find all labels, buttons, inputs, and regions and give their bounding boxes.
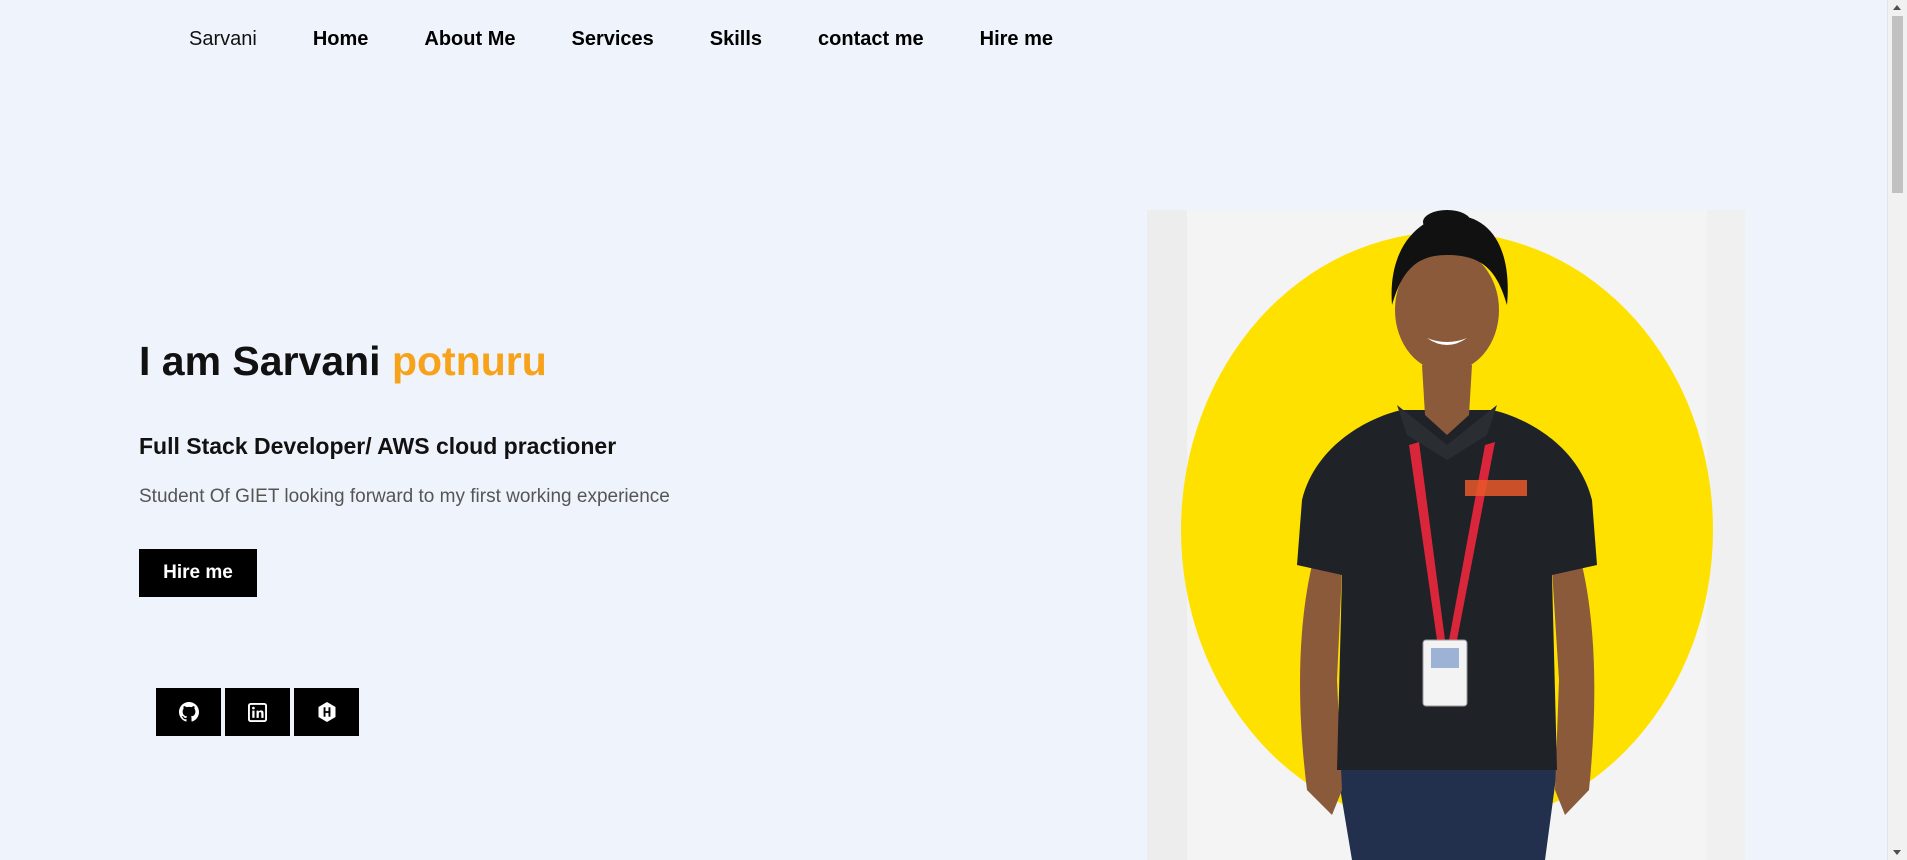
linkedin-icon [248,702,267,722]
scroll-down-arrow-icon[interactable] [1893,850,1901,855]
hero-title-name: I am Sarvani [139,338,392,384]
nav-link-hire-me[interactable]: Hire me [980,28,1053,51]
github-link[interactable] [156,688,221,736]
nav-link-services[interactable]: Services [571,28,653,51]
hire-me-button[interactable]: Hire me [139,549,257,597]
profile-photo [1147,210,1745,860]
profile-illustration [1147,210,1745,860]
nav-link-skills[interactable]: Skills [710,28,762,51]
nav-link-about-me[interactable]: About Me [424,28,515,51]
hero-title: I am Sarvani potnuru [139,338,547,385]
page-scrollbar[interactable] [1887,0,1907,860]
github-icon [178,702,199,722]
nav-link-contact-me[interactable]: contact me [818,28,924,51]
nav-link-home[interactable]: Home [313,28,369,51]
page: Sarvani Home About Me Services Skills co… [0,0,1907,860]
scroll-up-arrow-icon[interactable] [1893,5,1901,10]
hero-subtitle: Full Stack Developer/ AWS cloud praction… [139,433,617,459]
hero-description: Student Of GIET looking forward to my fi… [139,486,670,507]
top-nav: Sarvani Home About Me Services Skills co… [189,28,1109,51]
hackerrank-icon [318,702,335,722]
hackerrank-link[interactable] [294,688,359,736]
social-links [156,688,363,736]
linkedin-link[interactable] [225,688,290,736]
hero-title-surname: potnuru [391,338,547,384]
scroll-thumb[interactable] [1892,16,1903,193]
brand-link[interactable]: Sarvani [189,28,257,51]
